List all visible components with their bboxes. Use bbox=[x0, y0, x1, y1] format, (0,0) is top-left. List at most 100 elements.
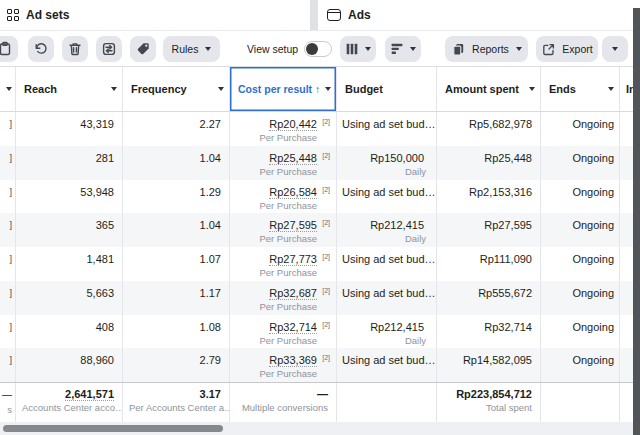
table-row[interactable]: ] 53,948 1.29 Rp26,584 [2] Per Purchase … bbox=[0, 180, 640, 214]
reports-caret-icon bbox=[516, 47, 522, 51]
delete-icon bbox=[67, 41, 83, 57]
entity-tabs: Ad sets Ads bbox=[0, 0, 640, 31]
budget-footer-cell bbox=[337, 383, 437, 424]
export-button[interactable]: Export bbox=[536, 36, 598, 62]
duplicate-button[interactable] bbox=[0, 36, 18, 62]
table-row[interactable]: ] 408 1.08 Rp32,714 [2] Per Purchase Rp2… bbox=[0, 315, 640, 349]
clipped-results-cell: ] bbox=[0, 112, 16, 146]
clipped-header-caret-icon bbox=[6, 87, 12, 91]
reach-cell: 365 bbox=[16, 213, 123, 247]
horizontal-scrollbar[interactable] bbox=[0, 422, 640, 435]
amount-spent-cell: Rp5,682,978 bbox=[437, 112, 541, 146]
amount-spent-cell: Rp25,448 bbox=[437, 146, 541, 180]
tab-ads[interactable]: Ads bbox=[318, 0, 640, 30]
breakdown-icon bbox=[390, 42, 404, 56]
toggle-knob bbox=[306, 43, 318, 55]
budget-cell: Using ad set bud… bbox=[337, 112, 437, 146]
cost-per-result-cell: Rp33,369 [2] Per Purchase bbox=[230, 348, 337, 382]
columns-button[interactable] bbox=[340, 36, 376, 62]
ends-column-header[interactable]: Ends bbox=[541, 67, 620, 111]
ends-cell: Ongoing bbox=[541, 146, 620, 180]
amount-spent-column-header[interactable]: Amount spent bbox=[437, 67, 541, 111]
cost-per-result-column-header[interactable]: Cost per result ↑ bbox=[230, 67, 337, 111]
reach-cell: 53,948 bbox=[16, 180, 123, 214]
toolbar: Rules View setup Reports Export bbox=[0, 31, 640, 67]
reach-column-header[interactable]: Reach bbox=[16, 67, 123, 111]
amount-spent-cell: Rp32,714 bbox=[437, 315, 541, 349]
frequency-column-header[interactable]: Frequency bbox=[123, 67, 230, 111]
ends-cell: Ongoing bbox=[541, 213, 620, 247]
table-row[interactable]: ] 5,663 1.17 Rp32,687 [2] Per Purchase U… bbox=[0, 281, 640, 315]
cost-per-result-cell: Rp25,448 [2] Per Purchase bbox=[230, 146, 337, 180]
sort-ascending-icon: ↑ bbox=[315, 83, 320, 95]
table-body: ] 43,319 2.27 Rp20,442 [2] Per Purchase … bbox=[0, 112, 640, 382]
view-setup-toggle[interactable] bbox=[304, 41, 332, 57]
ab-test-button[interactable] bbox=[96, 36, 122, 62]
table-row[interactable]: ] 365 1.04 Rp27,595 [2] Per Purchase Rp2… bbox=[0, 213, 640, 247]
reach-cell: 281 bbox=[16, 146, 123, 180]
reports-icon bbox=[451, 42, 466, 57]
table-row[interactable]: ] 1,481 1.07 Rp27,773 [2] Per Purchase U… bbox=[0, 247, 640, 281]
window-edge-scrollbar[interactable] bbox=[633, 8, 640, 435]
cost-per-result-cell: Rp32,714 [2] Per Purchase bbox=[230, 315, 337, 349]
ends-cell: Ongoing bbox=[541, 180, 620, 214]
budget-cell: Using ad set bud… bbox=[337, 281, 437, 315]
clipped-column-header bbox=[0, 67, 16, 111]
clipped-results-cell: ] bbox=[0, 281, 16, 315]
more-caret-icon bbox=[612, 47, 618, 51]
tab-ad-sets-label: Ad sets bbox=[26, 8, 69, 22]
budget-cell: Using ad set bud… bbox=[337, 247, 437, 281]
ends-cell: Ongoing bbox=[541, 281, 620, 315]
frequency-cell: 2.27 bbox=[123, 112, 230, 146]
breakdown-button[interactable] bbox=[385, 36, 421, 62]
view-setup-label: View setup bbox=[247, 43, 298, 55]
reach-cell: 88,960 bbox=[16, 348, 123, 382]
reach-cell: 408 bbox=[16, 315, 123, 349]
ad-sets-table: Reach Frequency Cost per result ↑ Budget… bbox=[0, 66, 640, 425]
amount-total-cell: Rp223,854,712 Total spent bbox=[437, 383, 541, 424]
cost-total-cell: — Multiple conversions bbox=[230, 383, 337, 424]
reports-button[interactable]: Reports bbox=[445, 36, 528, 62]
horizontal-scrollbar-thumb[interactable] bbox=[3, 425, 223, 432]
cost-per-result-cell: Rp27,773 [2] Per Purchase bbox=[230, 247, 337, 281]
tab-ad-sets[interactable]: Ad sets bbox=[0, 0, 310, 30]
export-label: Export bbox=[562, 43, 592, 55]
ends-cell: Ongoing bbox=[541, 348, 620, 382]
table-row[interactable]: ] 43,319 2.27 Rp20,442 [2] Per Purchase … bbox=[0, 112, 640, 146]
clipped-results-cell: ] bbox=[0, 180, 16, 214]
undo-button[interactable] bbox=[28, 36, 54, 62]
reach-caret-icon bbox=[111, 87, 117, 91]
delete-button[interactable] bbox=[62, 36, 88, 62]
ends-cell: Ongoing bbox=[541, 315, 620, 349]
amount-spent-cell: Rp14,582,095 bbox=[437, 348, 541, 382]
reach-total-cell: 2,641,571 Accounts Center acco… bbox=[16, 383, 123, 424]
cost-per-result-cell: Rp32,687 [2] Per Purchase bbox=[230, 281, 337, 315]
cost-per-result-cell: Rp20,442 [2] Per Purchase bbox=[230, 112, 337, 146]
table-row[interactable]: ] 281 1.04 Rp25,448 [2] Per Purchase Rp1… bbox=[0, 146, 640, 180]
budget-column-header[interactable]: Budget bbox=[337, 67, 437, 111]
amount-spent-cell: Rp2,153,316 bbox=[437, 180, 541, 214]
frequency-cell: 1.29 bbox=[123, 180, 230, 214]
ends-footer-cell bbox=[541, 383, 620, 424]
cost-caret-icon bbox=[325, 87, 331, 91]
amount-spent-cell: Rp27,595 bbox=[437, 213, 541, 247]
columns-caret-icon bbox=[365, 47, 371, 51]
budget-cell: Rp150,000 Daily bbox=[337, 146, 437, 180]
table-header-row: Reach Frequency Cost per result ↑ Budget… bbox=[0, 67, 640, 112]
reach-cell: 43,319 bbox=[16, 112, 123, 146]
ends-cell: Ongoing bbox=[541, 112, 620, 146]
reach-cell: 1,481 bbox=[16, 247, 123, 281]
amount-spent-cell: Rp111,090 bbox=[437, 247, 541, 281]
amount-spent-cell: Rp555,672 bbox=[437, 281, 541, 315]
reports-label: Reports bbox=[472, 43, 509, 55]
frequency-cell: 1.04 bbox=[123, 146, 230, 180]
table-row[interactable]: ] 88,960 2.79 Rp33,369 [2] Per Purchase … bbox=[0, 348, 640, 382]
tag-button[interactable] bbox=[130, 36, 156, 62]
cost-per-result-cell: Rp26,584 [2] Per Purchase bbox=[230, 180, 337, 214]
columns-icon bbox=[345, 42, 359, 56]
frequency-cell: 1.04 bbox=[123, 213, 230, 247]
more-actions-button[interactable] bbox=[602, 36, 628, 62]
budget-cell: Rp212,415 Daily bbox=[337, 213, 437, 247]
table-footer-row: — s 2,641,571 Accounts Center acco… 3.17… bbox=[0, 382, 640, 425]
rules-button[interactable]: Rules bbox=[163, 36, 220, 62]
